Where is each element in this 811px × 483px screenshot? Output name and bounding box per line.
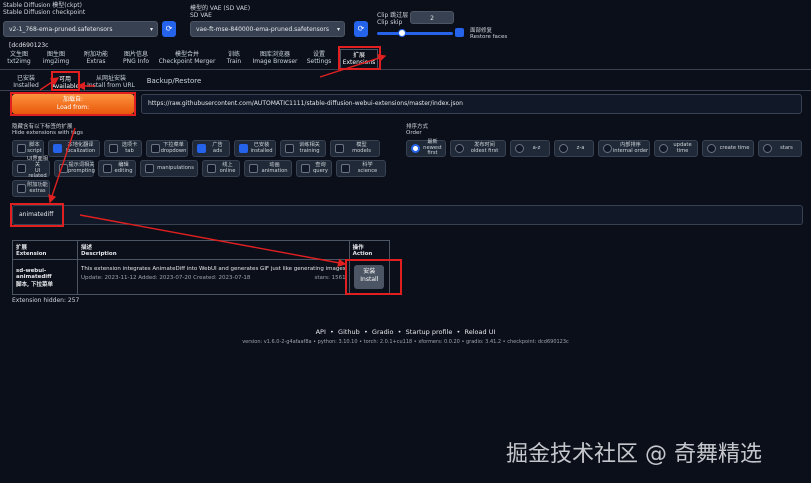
arrow-to-extensions (319, 54, 387, 78)
annotation-arrows (39, 54, 387, 267)
arrow-to-search (48, 127, 76, 204)
arrow-to-available (39, 77, 60, 91)
arrow-to-install (79, 214, 347, 267)
